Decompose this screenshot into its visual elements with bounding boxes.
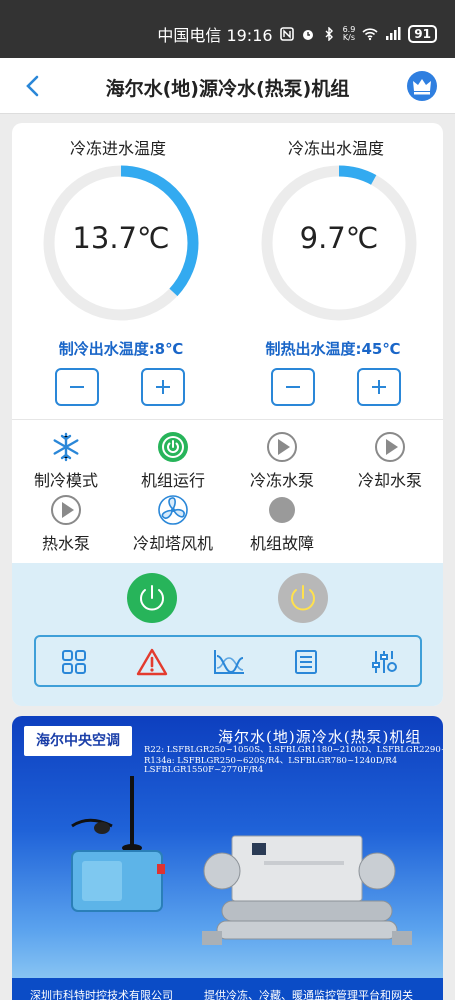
inlet-temp-value: 13.7℃ xyxy=(72,221,170,255)
outlet-temp-gauge: 9.7℃ xyxy=(259,163,419,323)
status-unit-running: 机组运行 xyxy=(118,431,228,491)
status-bar: 中国电信 19:16 6.9 K/s 91 xyxy=(0,0,455,58)
status-bar-right: 中国电信 19:16 6.9 K/s 91 xyxy=(157,22,437,46)
play-icon xyxy=(51,495,81,525)
cooling-setpoint-label: 制冷出水温度:8℃ xyxy=(58,340,184,358)
alarm-icon xyxy=(302,30,313,40)
net-speed: 6.9 K/s xyxy=(343,26,356,42)
minus-icon xyxy=(70,386,84,388)
power-off-button[interactable] xyxy=(278,573,328,623)
outlet-temp-value: 9.7℃ xyxy=(299,221,379,255)
cooling-increase-button[interactable] xyxy=(141,368,185,406)
status-label: 制冷模式 xyxy=(33,471,98,490)
play-icon xyxy=(267,432,297,462)
gateway-device-illustration xyxy=(71,776,165,912)
status-cooling-mode: 制冷模式 xyxy=(12,431,121,491)
minus-icon xyxy=(286,386,300,388)
divider xyxy=(12,419,443,420)
inlet-temp-label: 冷冻进水温度 xyxy=(69,139,166,158)
battery-indicator: 91 xyxy=(408,25,437,43)
status-label: 冷却塔风机 xyxy=(132,534,213,553)
heating-decrease-button[interactable] xyxy=(271,368,315,406)
banner-service-text: 提供冷冻、冷藏、暖通监控管理平台和网关 xyxy=(204,989,413,1000)
banner-company-text: 深圳市科特时控技术有限公司 xyxy=(30,989,173,1000)
outlet-temp-label: 冷冻出水温度 xyxy=(287,139,384,158)
function-toolbar xyxy=(34,635,422,687)
crown-icon[interactable] xyxy=(407,71,437,101)
status-cooling-tower-fan: 冷却塔风机 xyxy=(118,494,228,554)
net-speed-unit: K/s xyxy=(342,33,355,42)
carrier-time: 中国电信 19:16 xyxy=(157,26,273,45)
power-icon xyxy=(291,585,315,611)
power-on-icon xyxy=(158,432,188,462)
status-chilled-water-pump: 冷冻水泵 xyxy=(227,431,337,491)
chiller-unit-illustration xyxy=(202,835,412,945)
status-cooling-water-pump: 冷却水泵 xyxy=(335,431,443,491)
control-panel: 冷冻进水温度 13.7℃ 冷冻出水温度 9.7℃ 制冷出水温度:8℃ 制热出水温… xyxy=(12,123,443,706)
status-unit-fault: 机组故障 xyxy=(227,494,337,554)
brand-logo: 海尔中央空调 xyxy=(24,726,132,756)
nfc-icon xyxy=(279,27,294,41)
alarm-warning-icon[interactable] xyxy=(136,647,168,677)
fan-icon xyxy=(158,495,188,525)
plus-icon xyxy=(156,380,170,394)
cellular-signal-icon xyxy=(386,27,401,40)
status-hot-water-pump: 热水泵 xyxy=(12,494,121,554)
fault-indicator-icon xyxy=(269,497,295,523)
plus-icon xyxy=(372,380,386,394)
heating-setpoint-label: 制热出水温度:45℃ xyxy=(265,340,401,358)
status-label: 热水泵 xyxy=(41,534,90,553)
status-label: 机组运行 xyxy=(140,471,205,490)
cooling-decrease-button[interactable] xyxy=(55,368,99,406)
status-label: 冷却水泵 xyxy=(357,471,422,490)
status-label: 冷冻水泵 xyxy=(249,471,314,490)
back-arrow-icon[interactable] xyxy=(22,72,46,100)
app-header: 海尔水(地)源冷水(热泵)机组 xyxy=(0,58,455,114)
trend-chart-icon[interactable] xyxy=(212,648,246,676)
banner-model-line: LSFBLGR1550F~2770F/R4 xyxy=(144,765,264,775)
wifi-icon xyxy=(362,28,378,41)
inlet-temp-gauge: 13.7℃ xyxy=(41,163,201,323)
snowflake-icon xyxy=(53,432,79,462)
page-title: 海尔水(地)源冷水(热泵)机组 xyxy=(105,78,350,100)
grid-menu-icon[interactable] xyxy=(60,648,88,676)
power-icon xyxy=(140,585,164,611)
heating-increase-button[interactable] xyxy=(357,368,401,406)
settings-sliders-icon[interactable] xyxy=(370,648,398,676)
bluetooth-icon xyxy=(325,27,333,41)
play-icon xyxy=(375,432,405,462)
status-label: 机组故障 xyxy=(249,534,314,553)
product-banner[interactable]: 海尔中央空调 海尔水(地)源冷水(热泵)机组 R22: LSFBLGR250~1… xyxy=(12,716,443,1000)
list-report-icon[interactable] xyxy=(292,648,320,676)
power-on-button[interactable] xyxy=(127,573,177,623)
